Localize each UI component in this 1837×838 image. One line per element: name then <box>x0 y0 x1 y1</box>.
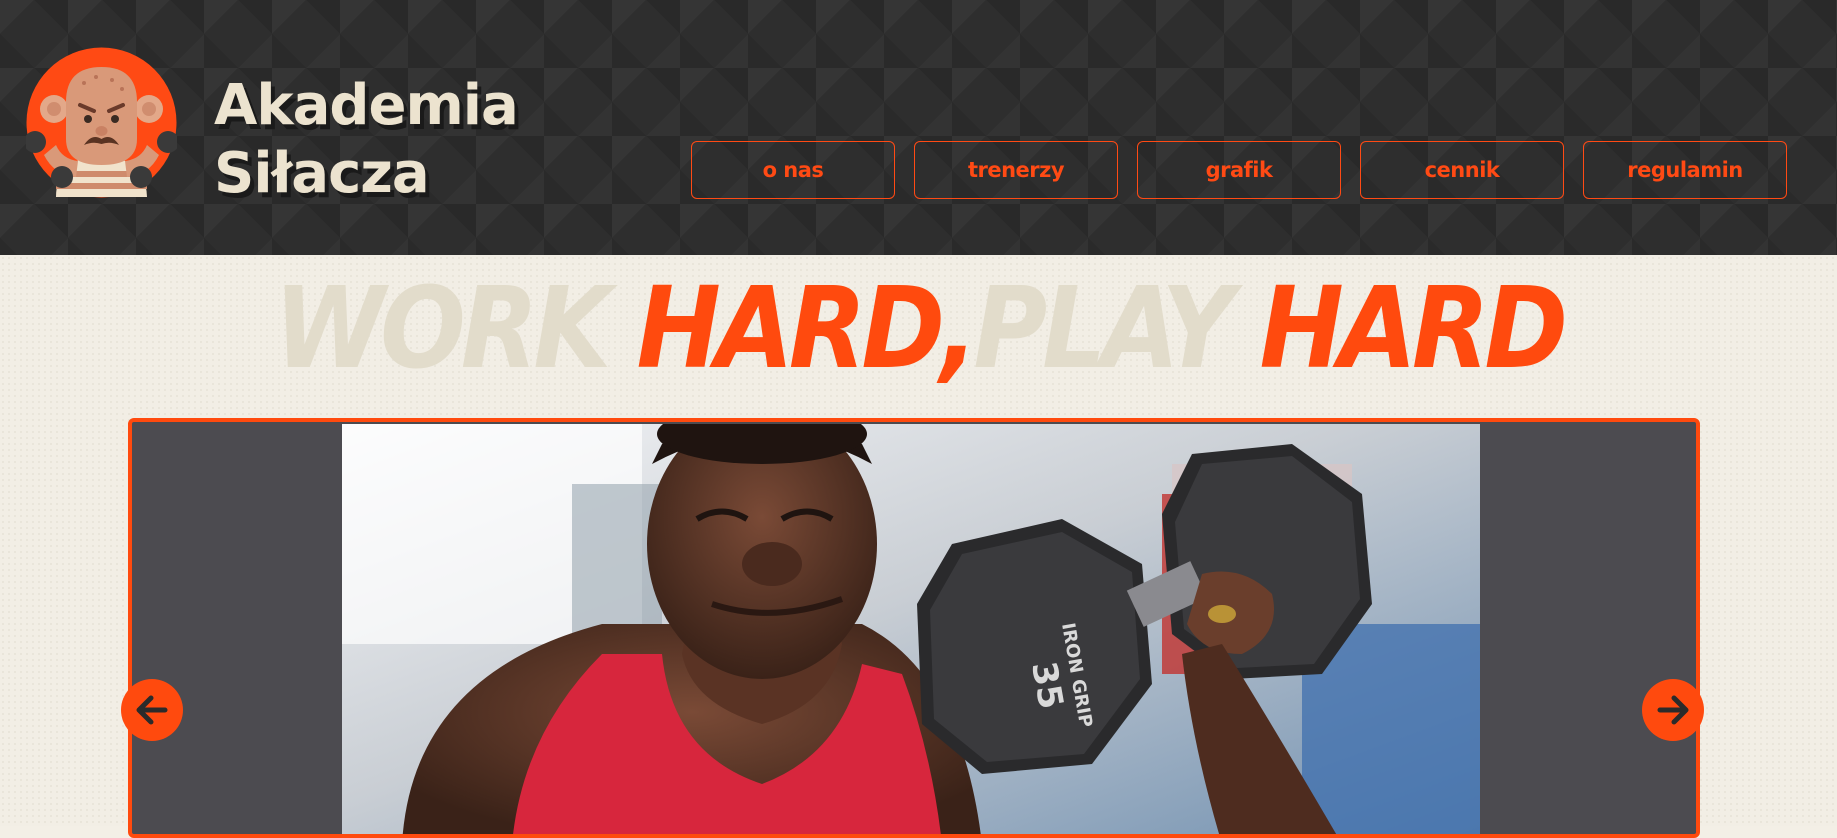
tagline-hard-2: HARD <box>1259 264 1569 394</box>
main-nav: o nas trenerzy grafik cennik regulamin <box>691 141 1787 201</box>
nav-item-trenerzy[interactable]: trenerzy <box>914 141 1118 199</box>
brand-line-2: Siłacza <box>214 141 430 206</box>
arrow-left-icon <box>136 695 168 725</box>
strongman-logo-icon[interactable] <box>26 47 177 198</box>
brand-name[interactable]: Akademia Siłacza <box>214 72 519 208</box>
image-slider: 35 IRON GRIP <box>128 418 1700 838</box>
nav-item-cennik[interactable]: cennik <box>1360 141 1564 199</box>
dumbbell-weight-number: 35 <box>1023 659 1071 713</box>
slider-next-button[interactable] <box>1642 679 1704 741</box>
tagline-work: WORK <box>273 264 637 394</box>
site-header: Akademia Siłacza o nas trenerzy grafik c… <box>0 0 1837 255</box>
nav-item-regulamin[interactable]: regulamin <box>1583 141 1787 199</box>
brand-line-1: Akademia <box>214 73 519 138</box>
nav-item-o-nas[interactable]: o nas <box>691 141 895 199</box>
tagline-play: PLAY <box>973 264 1260 394</box>
nav-item-grafik[interactable]: grafik <box>1137 141 1341 199</box>
main-content: WORK HARD,PLAY HARD 35 IRON GRIP <box>0 255 1837 838</box>
slider-prev-button[interactable] <box>121 679 183 741</box>
tagline-hard-1: HARD, <box>636 264 978 394</box>
hero-tagline: WORK HARD,PLAY HARD <box>0 269 1837 389</box>
arrow-right-icon <box>1657 695 1689 725</box>
slide-image-weightlifter: 35 IRON GRIP <box>342 424 1480 834</box>
